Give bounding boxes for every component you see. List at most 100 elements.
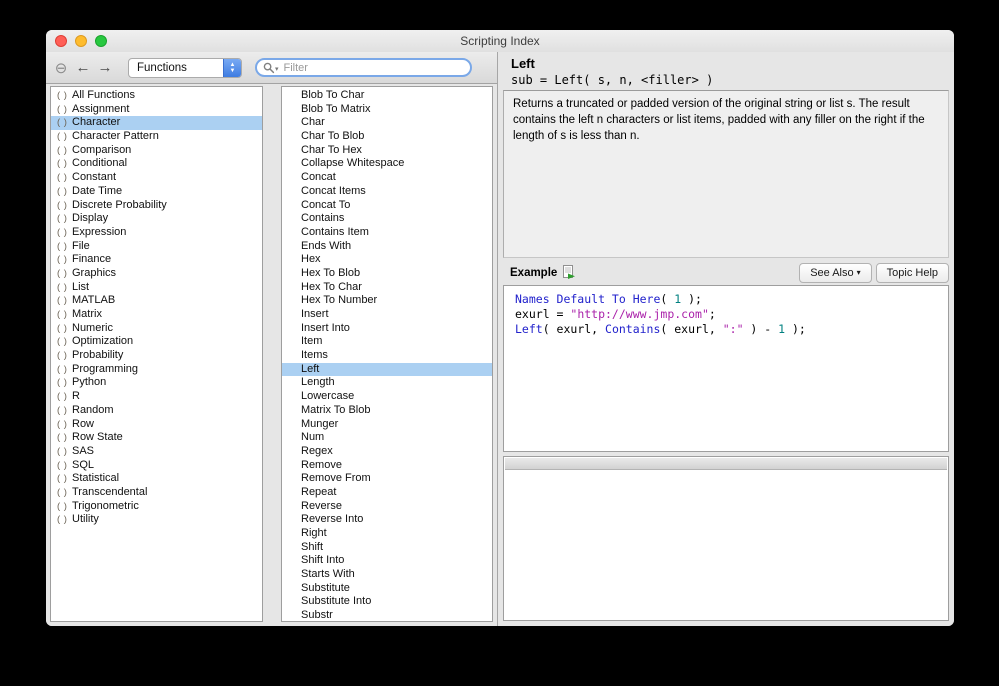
category-item[interactable]: ( ) Matrix xyxy=(51,308,262,322)
function-item[interactable]: Contains Item xyxy=(282,226,492,240)
category-item[interactable]: ( ) File xyxy=(51,240,262,254)
parentheses-icon: ( ) xyxy=(57,144,68,156)
minimize-button[interactable] xyxy=(75,35,87,47)
function-item[interactable]: Insert Into xyxy=(282,322,492,336)
function-item[interactable]: Substitute Into xyxy=(282,595,492,609)
run-script-icon[interactable] xyxy=(562,265,576,280)
filter-field[interactable]: ▾ xyxy=(255,58,472,77)
category-item[interactable]: ( ) R xyxy=(51,390,262,404)
function-item[interactable]: Substr xyxy=(282,609,492,622)
function-item[interactable]: Item xyxy=(282,335,492,349)
function-item[interactable]: Collapse Whitespace xyxy=(282,157,492,171)
zoom-button[interactable] xyxy=(95,35,107,47)
function-item[interactable]: Hex xyxy=(282,253,492,267)
category-item[interactable]: ( ) Display xyxy=(51,212,262,226)
category-item[interactable]: ( ) Row xyxy=(51,418,262,432)
parentheses-icon: ( ) xyxy=(57,254,68,266)
topic-help-button[interactable]: Topic Help xyxy=(875,262,949,283)
category-item[interactable]: ( ) Date Time xyxy=(51,185,262,199)
category-item[interactable]: ( ) Constant xyxy=(51,171,262,185)
function-item[interactable]: Hex To Char xyxy=(282,281,492,295)
function-item[interactable]: Blob To Matrix xyxy=(282,103,492,117)
category-item[interactable]: ( ) SAS xyxy=(51,445,262,459)
function-item[interactable]: Insert xyxy=(282,308,492,322)
close-button[interactable] xyxy=(55,35,67,47)
function-item[interactable]: Items xyxy=(282,349,492,363)
function-label: Substr xyxy=(301,609,333,622)
category-label: SQL xyxy=(72,458,95,471)
category-item[interactable]: ( ) Trigonometric xyxy=(51,500,262,514)
function-item[interactable]: Shift Into xyxy=(282,554,492,568)
function-item[interactable]: Remove From xyxy=(282,472,492,486)
category-item[interactable]: ( ) Character xyxy=(51,116,262,131)
category-item[interactable]: ( ) Expression xyxy=(51,226,262,240)
function-item[interactable]: Reverse xyxy=(282,500,492,514)
filter-input[interactable] xyxy=(281,60,462,75)
back-button[interactable]: ← xyxy=(72,58,94,78)
function-item[interactable]: Concat To xyxy=(282,199,492,213)
forward-button[interactable]: → xyxy=(94,58,116,78)
function-item[interactable]: Lowercase xyxy=(282,390,492,404)
titlebar[interactable]: Scripting Index xyxy=(46,30,954,52)
function-item[interactable]: Contains xyxy=(282,212,492,226)
index-type-dropdown[interactable]: Functions ▲ ▼ xyxy=(128,57,242,78)
category-item[interactable]: ( ) Character Pattern xyxy=(51,130,262,144)
function-item[interactable]: Blob To Char xyxy=(282,89,492,103)
description-text: Returns a truncated or padded version of… xyxy=(513,98,925,142)
function-item[interactable]: Matrix To Blob xyxy=(282,404,492,418)
function-item[interactable]: Left xyxy=(282,362,492,377)
output-scrollbar[interactable] xyxy=(505,458,947,470)
function-item[interactable]: Num xyxy=(282,431,492,445)
function-item[interactable]: Remove xyxy=(282,459,492,473)
function-item[interactable]: Hex To Number xyxy=(282,294,492,308)
function-item[interactable]: Substitute xyxy=(282,582,492,596)
category-item[interactable]: ( ) Comparison xyxy=(51,144,262,158)
category-item[interactable]: ( ) Assignment xyxy=(51,103,262,117)
function-item[interactable]: Right xyxy=(282,527,492,541)
category-item[interactable]: ( ) List xyxy=(51,281,262,295)
function-label: Collapse Whitespace xyxy=(301,157,405,170)
example-code[interactable]: Names Default To Here( 1 ); exurl = "http… xyxy=(503,285,949,452)
category-item[interactable]: ( ) Graphics xyxy=(51,267,262,281)
minus-circle-button[interactable]: ⊖ xyxy=(50,58,72,78)
function-label: Ends With xyxy=(301,239,352,252)
category-item[interactable]: ( ) MATLAB xyxy=(51,294,262,308)
function-item[interactable]: Length xyxy=(282,376,492,390)
function-item[interactable]: Regex xyxy=(282,445,492,459)
function-item[interactable]: Char To Blob xyxy=(282,130,492,144)
category-item[interactable]: ( ) Transcendental xyxy=(51,486,262,500)
code-line: exurl = "http://www.jmp.com"; xyxy=(515,307,716,321)
function-item[interactable]: Shift xyxy=(282,541,492,555)
function-label: Length xyxy=(301,376,335,389)
category-item[interactable]: ( ) All Functions xyxy=(51,89,262,103)
function-item[interactable]: Concat Items xyxy=(282,185,492,199)
function-item[interactable]: Munger xyxy=(282,418,492,432)
function-item[interactable]: Repeat xyxy=(282,486,492,500)
category-item[interactable]: ( ) Conditional xyxy=(51,157,262,171)
category-label: All Functions xyxy=(72,89,135,101)
category-item[interactable]: ( ) Random xyxy=(51,404,262,418)
function-item[interactable]: Hex To Blob xyxy=(282,267,492,281)
function-item[interactable]: Ends With xyxy=(282,240,492,254)
category-label: Constant xyxy=(72,171,117,184)
category-item[interactable]: ( ) Optimization xyxy=(51,335,262,349)
category-item[interactable]: ( ) Python xyxy=(51,376,262,390)
category-item[interactable]: ( ) Probability xyxy=(51,349,262,363)
function-label: Right xyxy=(301,527,327,539)
detail-title: Left xyxy=(511,56,535,71)
category-item[interactable]: ( ) Row State xyxy=(51,431,262,445)
category-item[interactable]: ( ) Numeric xyxy=(51,322,262,336)
function-item[interactable]: Char To Hex xyxy=(282,144,492,158)
function-label: Item xyxy=(301,335,323,348)
function-item[interactable]: Reverse Into xyxy=(282,513,492,527)
category-item[interactable]: ( ) Utility xyxy=(51,513,262,527)
function-item[interactable]: Concat xyxy=(282,171,492,185)
function-item[interactable]: Char xyxy=(282,116,492,130)
category-item[interactable]: ( ) SQL xyxy=(51,459,262,473)
category-item[interactable]: ( ) Discrete Probability xyxy=(51,199,262,213)
see-also-button[interactable]: See Also ▾ xyxy=(799,262,872,283)
category-item[interactable]: ( ) Programming xyxy=(51,363,262,377)
function-item[interactable]: Starts With xyxy=(282,568,492,582)
category-item[interactable]: ( ) Statistical xyxy=(51,472,262,486)
category-item[interactable]: ( ) Finance xyxy=(51,253,262,267)
